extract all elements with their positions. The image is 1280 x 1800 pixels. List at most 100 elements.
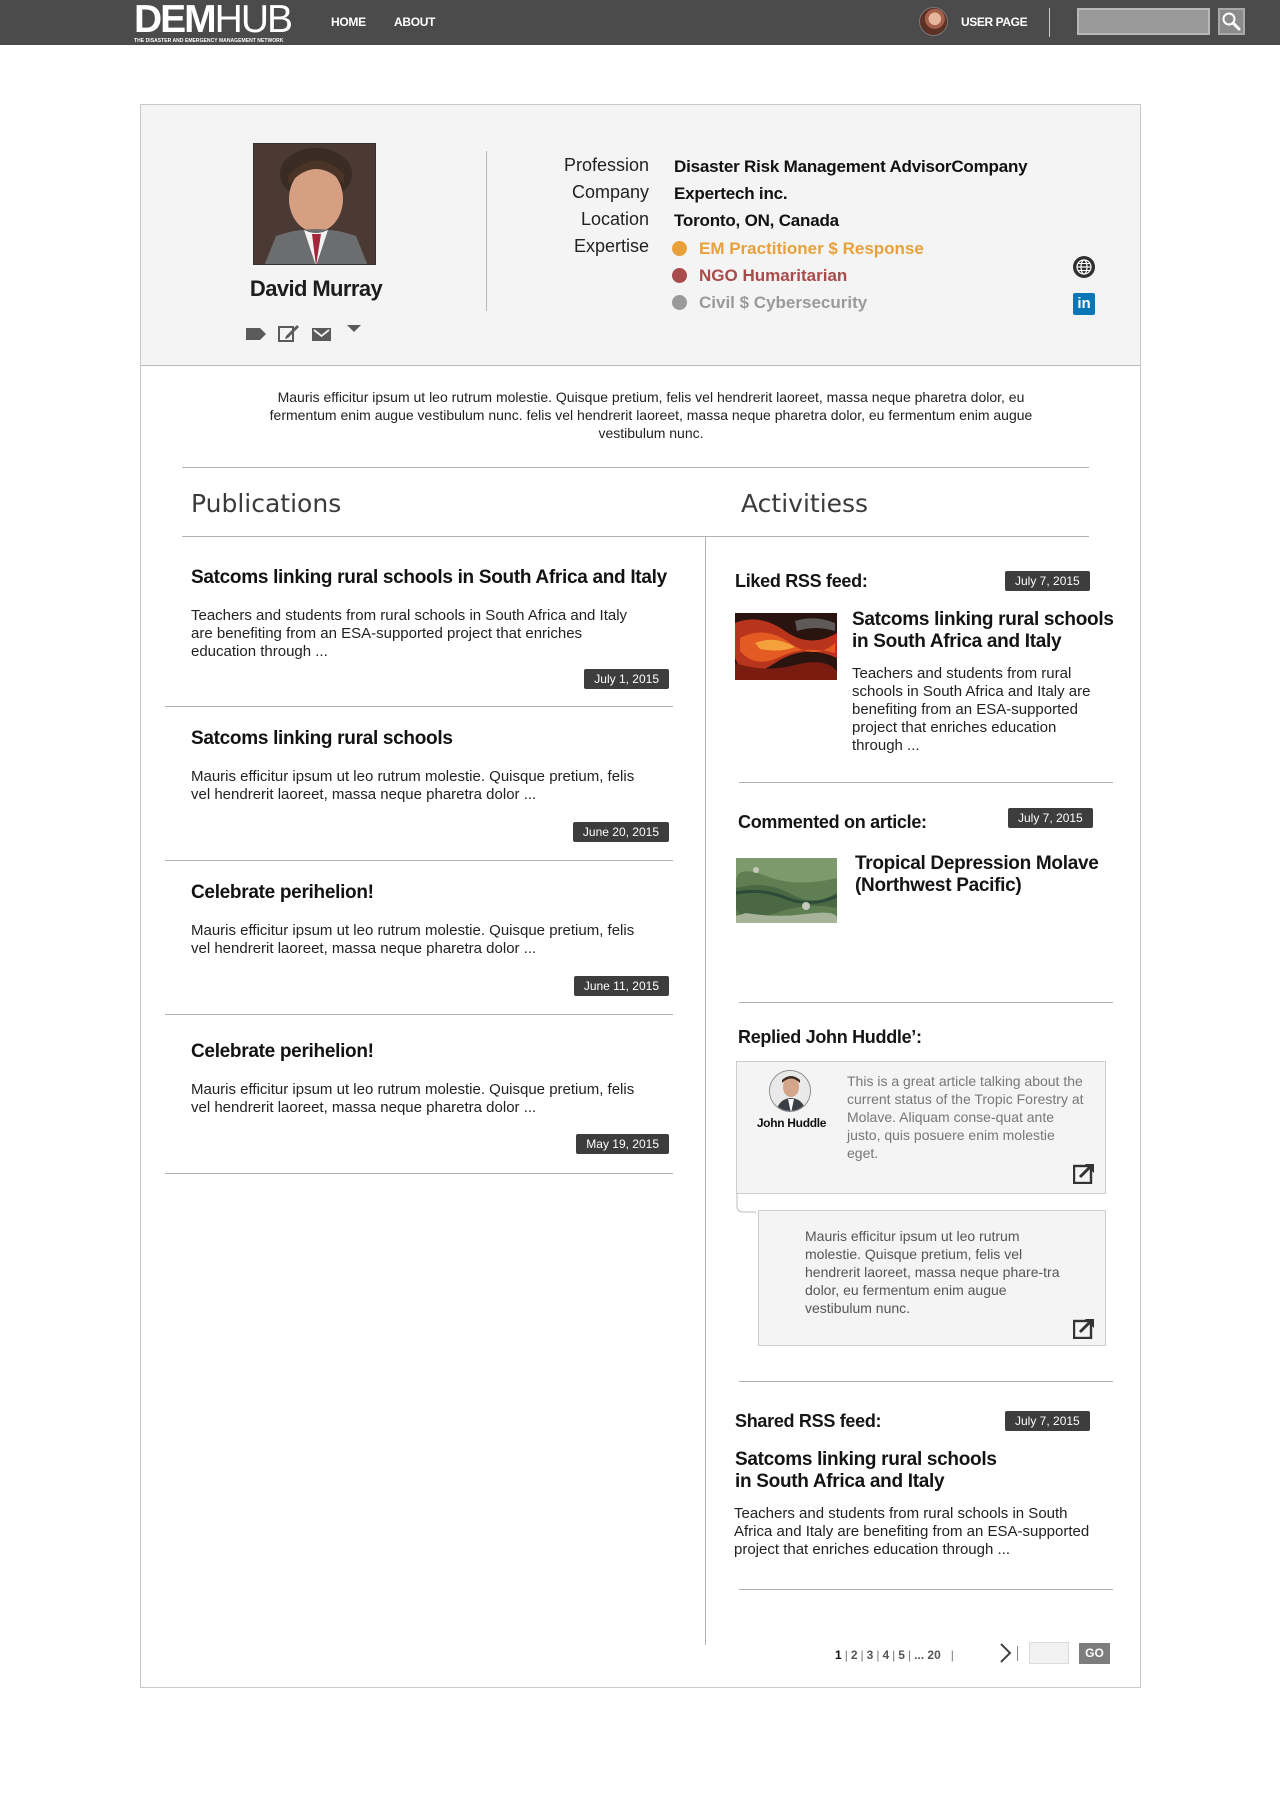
date-badge: July 7, 2015 [1008, 808, 1093, 828]
publication-divider [165, 1173, 673, 1174]
publication-item[interactable]: Celebrate perihelion! Mauris efficitur i… [165, 882, 673, 1007]
website-link[interactable] [1072, 255, 1096, 279]
page-number-input[interactable] [1029, 1642, 1069, 1664]
commented-label: Commented on article: [738, 812, 927, 832]
commenter-avatar[interactable] [769, 1070, 811, 1112]
expertise-tag[interactable]: EM Practitioner $ Response [672, 239, 924, 259]
comment-text: This is a great article talking about th… [847, 1073, 1084, 1161]
mail-icon [312, 328, 331, 341]
edit-button[interactable] [278, 323, 300, 343]
reply-text: Mauris efficitur ipsum ut leo rutrum mol… [805, 1228, 1060, 1316]
tag-button[interactable] [245, 323, 267, 343]
chevron-right-icon [1000, 1643, 1012, 1663]
activities-heading: Activitiess [741, 489, 869, 518]
search-input[interactable] [1077, 8, 1210, 35]
section-heading-divider [182, 536, 1089, 537]
publications-heading: Publications [191, 489, 342, 518]
top-navigation-bar: DEMHUB THE DISASTER AND EMERGENCY MANAGE… [0, 0, 1280, 45]
reply-comment: Mauris efficitur ipsum ut leo rutrum mol… [758, 1210, 1106, 1346]
commented-article-title[interactable]: Tropical Depression Molave (Northwest Pa… [855, 853, 1117, 897]
shared-rss-label: Shared RSS feed: [735, 1411, 882, 1431]
profession-value: Disaster Risk Management AdvisorCompany [674, 157, 1028, 176]
publication-title[interactable]: Satcoms linking rural schools [191, 728, 671, 750]
page-link[interactable]: 3 [867, 1648, 874, 1662]
linkedin-icon[interactable]: in [1073, 293, 1095, 315]
page-link[interactable]: 1 [835, 1648, 842, 1662]
profile-divider [486, 151, 487, 311]
pagination: 1 | 2 | 3 | 4 | 5 |... 20 | [835, 1648, 954, 1662]
page-link[interactable]: 4 [882, 1648, 889, 1662]
activity-divider [739, 782, 1113, 783]
open-reply-button[interactable] [1072, 1317, 1095, 1340]
date-badge: June 20, 2015 [572, 822, 669, 842]
activity-divider [739, 1589, 1113, 1590]
satellite-thumbnail[interactable] [736, 858, 837, 923]
search-button[interactable] [1218, 8, 1245, 35]
liked-article-title[interactable]: Satcoms linking rural schools in South A… [852, 609, 1114, 653]
publication-item[interactable]: Celebrate perihelion! Mauris efficitur i… [165, 1041, 673, 1166]
message-button[interactable] [311, 323, 333, 343]
bio-divider [182, 467, 1089, 468]
expertise-dot [672, 268, 687, 283]
profile-photo [253, 143, 376, 265]
publication-excerpt: Mauris efficitur ipsum ut leo rutrum mol… [191, 1081, 635, 1116]
activity-divider [739, 1381, 1113, 1382]
date-badge: July 1, 2015 [584, 669, 669, 689]
expertise-text: Civil $ Cybersecurity [699, 293, 868, 312]
pagination-divider [1017, 1646, 1018, 1661]
commenter-name[interactable]: John Huddle [754, 1116, 829, 1130]
publication-title[interactable]: Satcoms linking rural schools in South A… [191, 567, 671, 589]
publication-divider [165, 860, 673, 861]
publication-item[interactable]: Satcoms linking rural schools in South A… [165, 567, 673, 692]
globe-icon [1073, 256, 1095, 278]
nav-home-link[interactable]: HOME [331, 15, 366, 29]
more-dropdown[interactable] [344, 323, 366, 343]
profile-page-frame: David Murray Profession Disaster Risk Ma… [140, 104, 1141, 1688]
publication-excerpt: Teachers and students from rural schools… [191, 607, 628, 660]
publication-item[interactable]: Satcoms linking rural schools Mauris eff… [165, 728, 673, 853]
go-button[interactable]: GO [1079, 1643, 1110, 1664]
original-comment: John Huddle This is a great article talk… [736, 1061, 1106, 1194]
expertise-dot [672, 241, 687, 256]
edit-icon [278, 325, 299, 342]
logo-wordmark: DEMHUB [134, 0, 293, 41]
expertise-text: NGO Humaritarian [699, 266, 848, 285]
publication-title[interactable]: Celebrate perihelion! [191, 1041, 671, 1063]
wildfire-thumbnail[interactable] [735, 613, 837, 680]
activity-divider [739, 1002, 1113, 1003]
profile-card: David Murray Profession Disaster Risk Ma… [141, 105, 1140, 366]
location-value: Toronto, ON, Canada [674, 211, 839, 230]
publication-divider [165, 1014, 673, 1015]
page-link[interactable]: 2 [851, 1648, 858, 1662]
nav-about-link[interactable]: ABOUT [394, 15, 435, 29]
profession-label: Profession [563, 155, 649, 175]
date-badge: May 19, 2015 [576, 1134, 669, 1154]
page-link[interactable]: 5 [898, 1648, 905, 1662]
publication-excerpt: Mauris efficitur ipsum ut leo rutrum mol… [191, 922, 635, 957]
demhub-logo[interactable]: DEMHUB THE DISASTER AND EMERGENCY MANAGE… [134, 0, 300, 45]
publication-excerpt: Mauris efficitur ipsum ut leo rutrum mol… [191, 768, 635, 803]
external-link-icon [1072, 1163, 1094, 1185]
liked-article-excerpt: Teachers and students from rural schools… [852, 665, 1091, 754]
next-page-button[interactable] [998, 1642, 1012, 1664]
shared-article-excerpt: Teachers and students from rural schools… [734, 1505, 1090, 1558]
tag-icon [246, 328, 266, 340]
user-page-link[interactable]: USER PAGE [961, 15, 1028, 29]
location-label: Location [580, 209, 649, 229]
company-value: Expertech inc. [674, 184, 788, 203]
column-divider [705, 536, 706, 1645]
expertise-tag[interactable]: NGO Humaritarian [672, 266, 847, 286]
shared-article-title[interactable]: Satcoms linking rural schools in South A… [735, 1449, 997, 1493]
logo-tagline: THE DISASTER AND EMERGENCY MANAGEMENT NE… [134, 38, 284, 44]
chevron-down-icon [347, 325, 361, 332]
expertise-text: EM Practitioner $ Response [699, 239, 924, 258]
open-comment-button[interactable] [1072, 1162, 1095, 1185]
replied-label: Replied John Huddle’: [738, 1027, 922, 1047]
expertise-tag[interactable]: Civil $ Cybersecurity [672, 293, 867, 313]
date-badge: July 7, 2015 [1005, 571, 1090, 591]
publication-title[interactable]: Celebrate perihelion! [191, 882, 671, 904]
date-badge: June 11, 2015 [573, 976, 669, 996]
user-avatar[interactable] [919, 7, 948, 36]
publication-divider [165, 706, 673, 707]
page-link[interactable]: ... 20 [914, 1648, 941, 1662]
